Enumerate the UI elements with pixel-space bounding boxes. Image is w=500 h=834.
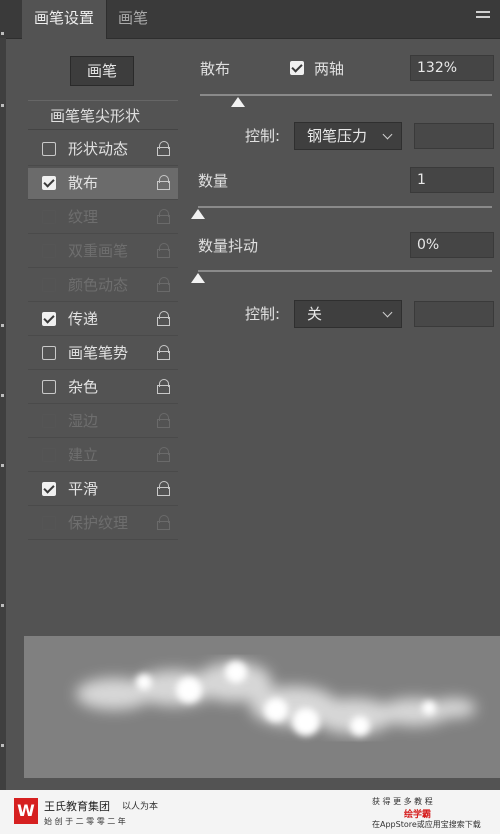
- count-jitter-slider-thumb[interactable]: [191, 273, 205, 283]
- brush-option-row[interactable]: 画笔笔势: [28, 338, 178, 370]
- panel-menu-icon[interactable]: [476, 8, 490, 21]
- count-slider-track[interactable]: [198, 206, 492, 208]
- unlock-icon: [156, 447, 172, 463]
- chevron-down-icon: [382, 307, 393, 318]
- brush-option-row[interactable]: 湿边: [28, 406, 178, 438]
- brush-option-row[interactable]: 保护纹理: [28, 508, 178, 540]
- brush-option-row[interactable]: 纹理: [28, 202, 178, 234]
- unlock-icon: [156, 515, 172, 531]
- option-checkbox[interactable]: [42, 312, 56, 326]
- control-select-value-2: 关: [307, 305, 323, 323]
- tab-brush[interactable]: 画笔: [118, 0, 148, 38]
- brush-option-row[interactable]: 建立: [28, 440, 178, 472]
- brush-option-row[interactable]: 形状动态: [28, 134, 178, 166]
- option-label: 散布: [68, 174, 99, 192]
- control-extra-field-2: [414, 301, 494, 327]
- option-checkbox: [42, 516, 56, 530]
- option-checkbox[interactable]: [42, 482, 56, 496]
- panel-tab-bar: 画笔设置 画笔: [0, 0, 500, 39]
- option-checkbox[interactable]: [42, 142, 56, 156]
- option-checkbox: [42, 448, 56, 462]
- control-select-off[interactable]: 关: [294, 300, 402, 328]
- control-select-value: 钢笔压力: [307, 127, 368, 145]
- brush-option-row[interactable]: 平滑: [28, 474, 178, 506]
- stroke-preview-graphic: [76, 661, 476, 736]
- count-jitter-slider-track[interactable]: [198, 270, 492, 272]
- chevron-down-icon: [382, 129, 393, 140]
- brush-stroke-preview: [24, 636, 500, 778]
- unlock-icon[interactable]: [156, 175, 172, 191]
- brand-name: 王氏教育集团: [44, 800, 110, 813]
- scatter-value-field[interactable]: 132%: [410, 55, 494, 81]
- option-label: 平滑: [68, 480, 99, 498]
- option-label: 画笔笔势: [68, 344, 129, 362]
- unlock-icon: [156, 277, 172, 293]
- brush-option-row[interactable]: 散布: [28, 168, 178, 200]
- brush-presets-button[interactable]: 画笔: [70, 56, 134, 86]
- option-label: 颜色动态: [68, 276, 129, 294]
- brand-logo-icon: W: [14, 798, 38, 824]
- count-jitter-label: 数量抖动: [198, 237, 259, 255]
- unlock-icon[interactable]: [156, 345, 172, 361]
- scatter-slider-track[interactable]: [200, 94, 492, 96]
- control-label: 控制:: [245, 127, 281, 145]
- scatter-label: 散布: [200, 60, 231, 78]
- edge-marker-icon: [1, 464, 4, 467]
- option-checkbox[interactable]: [42, 380, 56, 394]
- brush-option-row[interactable]: 杂色: [28, 372, 178, 404]
- control-label-2: 控制:: [245, 305, 281, 323]
- option-label: 杂色: [68, 378, 99, 396]
- unlock-icon[interactable]: [156, 379, 172, 395]
- option-checkbox: [42, 210, 56, 224]
- option-label: 保护纹理: [68, 514, 129, 532]
- count-slider-thumb[interactable]: [191, 209, 205, 219]
- count-value-field[interactable]: 1: [410, 167, 494, 193]
- left-edge-strip: [0, 32, 6, 798]
- control-extra-field: [414, 123, 494, 149]
- brush-option-row[interactable]: 颜色动态: [28, 270, 178, 302]
- watermark-footer: W 王氏教育集团 以人为本 始 创 于 二 零 零 二 年 获 得 更 多 教 …: [0, 790, 500, 834]
- brand-slogan: 以人为本: [122, 802, 159, 812]
- brush-option-row[interactable]: 传递: [28, 304, 178, 336]
- scatter-slider-thumb[interactable]: [230, 97, 245, 107]
- control-select-pen-pressure[interactable]: 钢笔压力: [294, 122, 402, 150]
- option-checkbox: [42, 414, 56, 428]
- both-axes-checkbox[interactable]: [290, 61, 304, 75]
- unlock-icon[interactable]: [156, 141, 172, 157]
- count-label: 数量: [198, 172, 229, 190]
- both-axes-label: 两轴: [314, 60, 345, 78]
- app-promo-line-2: 在AppStore或应用宝搜索下载: [372, 820, 481, 829]
- option-label: 形状动态: [68, 140, 129, 158]
- option-checkbox[interactable]: [42, 176, 56, 190]
- unlock-icon: [156, 413, 172, 429]
- unlock-icon[interactable]: [156, 311, 172, 327]
- option-checkbox[interactable]: [42, 346, 56, 360]
- option-label: 传递: [68, 310, 99, 328]
- option-checkbox: [42, 278, 56, 292]
- app-promo-line-1: 获 得 更 多 教 程: [372, 797, 433, 806]
- unlock-icon[interactable]: [156, 481, 172, 497]
- unlock-icon: [156, 209, 172, 225]
- count-jitter-value-field[interactable]: 0%: [410, 232, 494, 258]
- brush-option-row[interactable]: 双重画笔: [28, 236, 178, 268]
- option-label: 双重画笔: [68, 242, 129, 260]
- option-checkbox: [42, 244, 56, 258]
- brush-tip-shape-item[interactable]: 画笔笔尖形状: [28, 100, 178, 130]
- unlock-icon: [156, 243, 172, 259]
- brand-subtitle: 始 创 于 二 零 零 二 年: [44, 817, 126, 826]
- tab-brush-settings[interactable]: 画笔设置: [22, 0, 108, 39]
- option-label: 建立: [68, 446, 99, 464]
- option-label: 纹理: [68, 208, 99, 226]
- option-label: 湿边: [68, 412, 99, 430]
